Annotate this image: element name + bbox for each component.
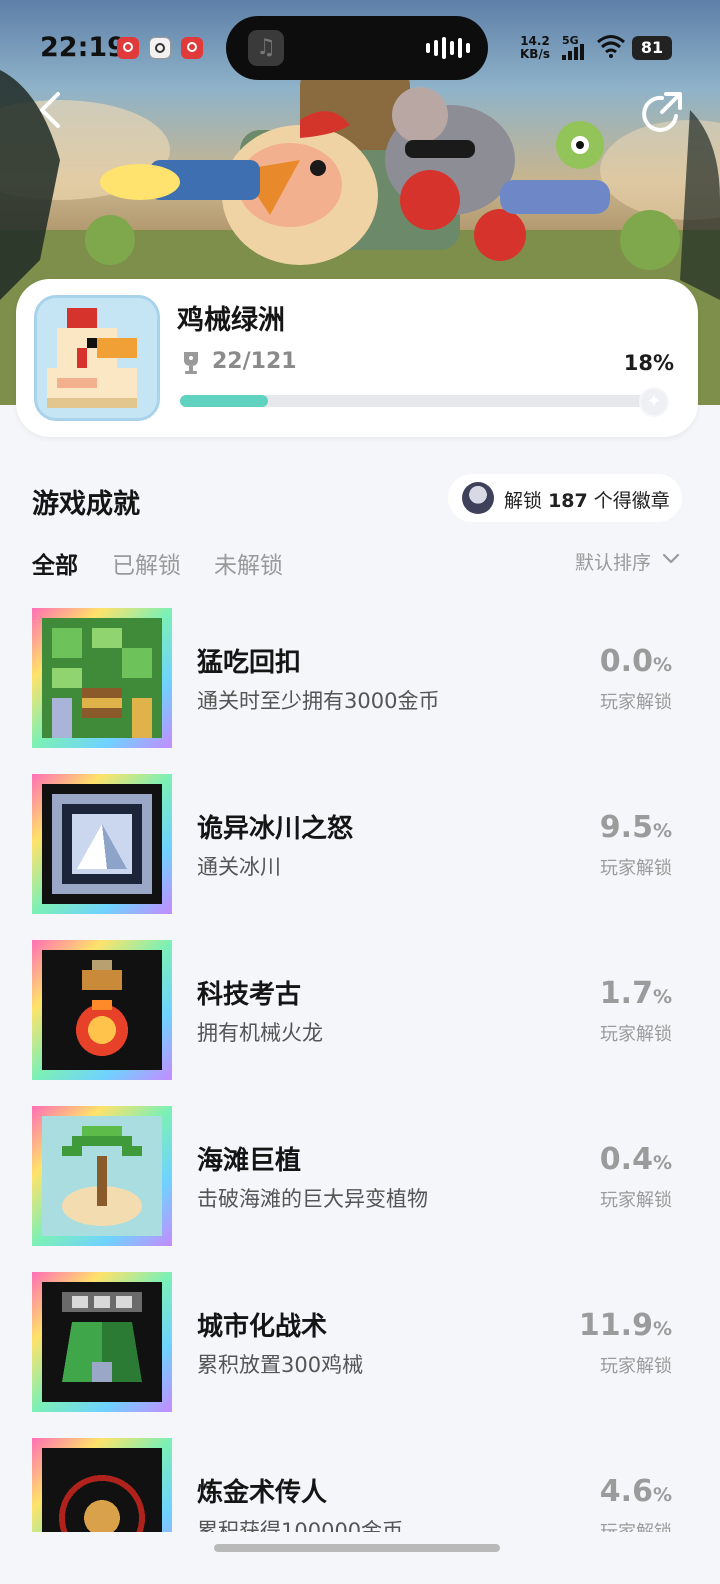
achievement-badge-image — [32, 1272, 172, 1412]
achievement-title: 海滩巨植 — [197, 1146, 302, 1176]
list-item[interactable]: 猛吃回扣 通关时至少拥有3000金币 0.0% 玩家解锁 — [0, 608, 720, 774]
battery-indicator: 81 — [632, 36, 672, 60]
achievement-unlock-label: 玩家解锁 — [600, 1518, 672, 1532]
achievement-badge-image — [32, 940, 172, 1080]
achievement-badge-image — [32, 608, 172, 748]
list-item[interactable]: 诡异冰川之怒 通关冰川 9.5% 玩家解锁 — [0, 774, 720, 940]
achievement-description: 拥有机械火龙 — [197, 1021, 323, 1045]
achievement-progress-count: 22/121 — [212, 349, 297, 374]
music-note-icon: ♫ — [248, 30, 284, 66]
achievement-unlock-label: 玩家解锁 — [600, 692, 672, 713]
game-summary-card: 鸡械绿洲 22/121 18% ✦ — [16, 279, 698, 437]
achievement-description: 击破海滩的巨大异变植物 — [197, 1187, 428, 1211]
achievement-unlock-rate: 0.0% — [599, 644, 672, 679]
game-title: 鸡械绿洲 — [177, 305, 285, 336]
game-app-icon[interactable] — [34, 295, 160, 421]
list-item[interactable]: 科技考古 拥有机械火龙 1.7% 玩家解锁 — [0, 940, 720, 1106]
achievement-unlock-rate: 9.5% — [599, 810, 672, 845]
netease-music-icon — [117, 37, 139, 59]
home-indicator[interactable] — [214, 1544, 500, 1552]
network-speed: 14.2 KB/s — [520, 34, 550, 61]
progress-bar-fill — [180, 395, 268, 407]
achievement-description: 通关时至少拥有3000金币 — [197, 689, 440, 713]
netease-music-icon — [181, 37, 203, 59]
list-item[interactable]: 炼金术传人 累积获得100000金币 4.6% 玩家解锁 — [0, 1438, 720, 1532]
achievement-description: 累积放置300鸡械 — [197, 1353, 364, 1377]
tab-locked[interactable]: 未解锁 — [214, 546, 283, 580]
achievement-progress-percent: 18% — [623, 351, 674, 375]
achievement-badge-image — [32, 1106, 172, 1246]
achievement-list: 猛吃回扣 通关时至少拥有3000金币 0.0% 玩家解锁 诡异冰川之怒 通关冰川… — [0, 608, 720, 1532]
list-item[interactable]: 海滩巨植 击破海滩的巨大异变植物 0.4% 玩家解锁 — [0, 1106, 720, 1272]
progress-milestone-icon: ✦ — [639, 387, 669, 417]
achievement-title: 猛吃回扣 — [197, 648, 302, 678]
tab-unlocked[interactable]: 已解锁 — [112, 546, 181, 580]
achievement-title: 炼金术传人 — [197, 1478, 328, 1508]
sort-dropdown[interactable]: 默认排序 — [575, 548, 651, 575]
achievement-progress-bar — [180, 395, 668, 407]
cell-signal-icon — [562, 44, 584, 60]
audio-waveform-icon — [426, 37, 470, 59]
achievement-title: 科技考古 — [197, 980, 302, 1010]
achievement-unlock-label: 玩家解锁 — [600, 1356, 672, 1377]
achievement-unlock-label: 玩家解锁 — [600, 1024, 672, 1045]
trophy-icon — [184, 352, 198, 374]
achievement-unlock-rate: 4.6% — [599, 1474, 672, 1509]
app-notification-icon — [149, 37, 171, 59]
achievement-title: 城市化战术 — [197, 1312, 328, 1342]
achievement-unlock-label: 玩家解锁 — [600, 1190, 672, 1211]
section-title: 游戏成就 — [32, 489, 140, 520]
wifi-icon — [597, 35, 625, 58]
badge-avatar-icon — [462, 482, 494, 514]
badge-unlock-pill[interactable]: 解锁 187 个得徽章 — [448, 474, 682, 522]
badge-unlock-text: 解锁 187 个得徽章 — [504, 490, 670, 512]
chevron-down-icon[interactable] — [662, 553, 680, 565]
status-time: 22:19 — [40, 32, 126, 63]
achievement-title: 诡异冰川之怒 — [197, 814, 354, 844]
achievement-badge-image — [32, 774, 172, 914]
achievement-unlock-rate: 11.9% — [578, 1308, 672, 1343]
chevron-left-icon[interactable] — [30, 88, 74, 132]
achievement-unlock-rate: 1.7% — [599, 976, 672, 1011]
tab-all[interactable]: 全部 — [32, 546, 78, 580]
achievement-description: 累积获得100000金币 — [197, 1519, 404, 1532]
achievement-unlock-label: 玩家解锁 — [600, 858, 672, 879]
share-icon[interactable] — [636, 88, 686, 138]
achievement-unlock-rate: 0.4% — [599, 1142, 672, 1177]
dynamic-island[interactable]: ♫ — [226, 16, 488, 80]
achievement-description: 通关冰川 — [197, 855, 281, 879]
achievement-badge-image — [32, 1438, 172, 1532]
list-item[interactable]: 城市化战术 累积放置300鸡械 11.9% 玩家解锁 — [0, 1272, 720, 1438]
